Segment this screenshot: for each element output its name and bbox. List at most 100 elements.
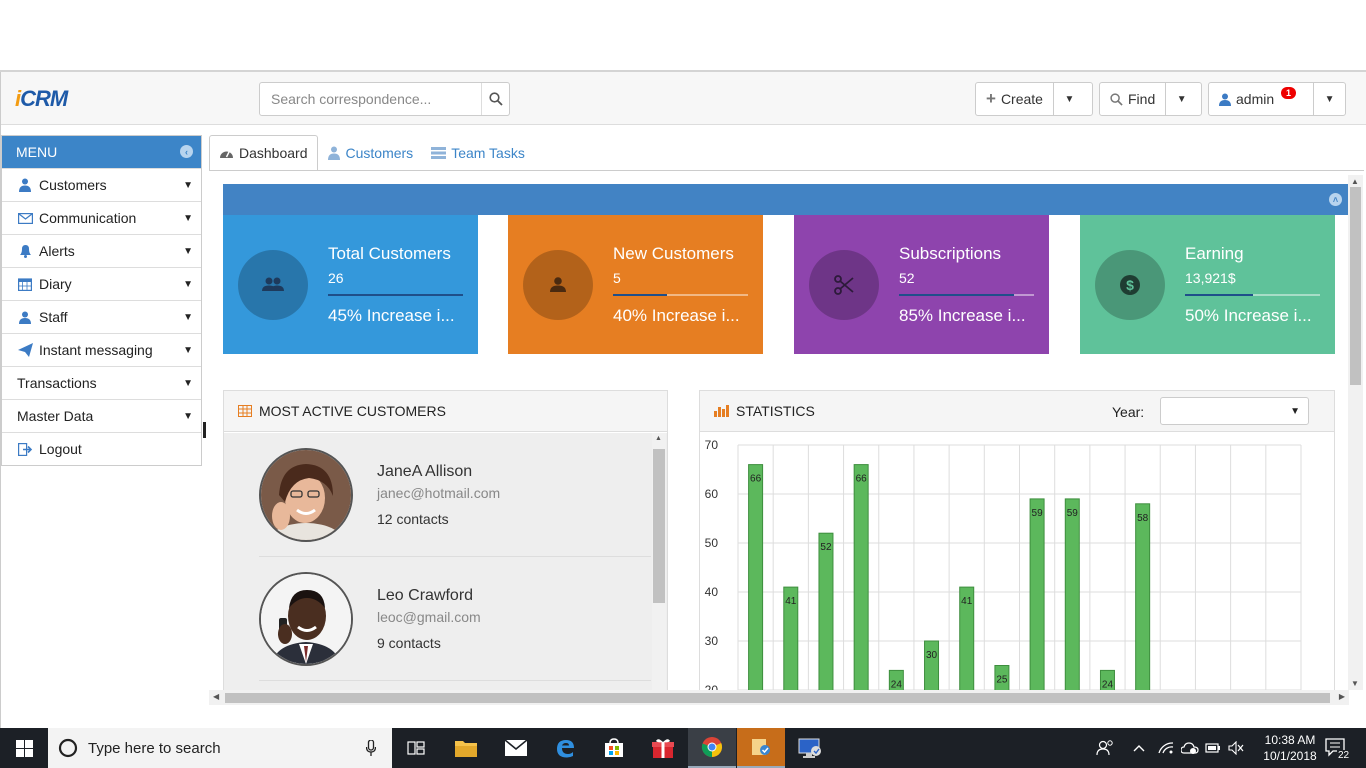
find-dropdown-toggle[interactable]: ▼: [1165, 83, 1197, 115]
caret-down-icon[interactable]: ▼: [183, 246, 193, 257]
caret-down-icon[interactable]: ▼: [183, 213, 193, 224]
chrome-browser-icon[interactable]: [688, 728, 736, 768]
search-button[interactable]: [481, 83, 509, 115]
scrollbar-thumb[interactable]: [225, 693, 1330, 703]
store-icon[interactable]: [590, 728, 638, 768]
create-dropdown-toggle[interactable]: ▼: [1052, 83, 1085, 115]
wifi-icon[interactable]: [1158, 728, 1174, 768]
scroll-up-icon[interactable]: ▲: [1351, 177, 1359, 186]
sidebar-item-label: Transactions: [17, 375, 97, 391]
battery-icon[interactable]: [1205, 728, 1221, 768]
tab-bar: Dashboard Customers Team Tasks: [209, 135, 534, 171]
sidebar-item-customers[interactable]: Customers ▼: [2, 168, 201, 201]
customer-list-scrollbar[interactable]: ▲: [652, 433, 666, 693]
list-item[interactable]: Leo Crawford leoc@gmail.com 9 contacts: [259, 557, 651, 681]
chart-bar[interactable]: [1064, 498, 1080, 695]
sidebar-item-label: Master Data: [17, 408, 94, 424]
tab-dashboard[interactable]: Dashboard: [209, 135, 318, 171]
sidebar-item-transactions[interactable]: Transactions ▼: [2, 366, 201, 399]
plus-icon: +: [986, 89, 996, 108]
create-label: Create: [1000, 91, 1043, 107]
sidebar-item-instant-messaging[interactable]: Instant messaging ▼: [2, 333, 201, 366]
sidebar-item-communication[interactable]: Communication ▼: [2, 201, 201, 234]
crm-app: iCRM + Create ▼ Find ▼ admin: [0, 72, 1366, 728]
bar-value-label: 25: [996, 675, 1008, 686]
collapse-banner-icon[interactable]: ˄: [1329, 193, 1342, 206]
caret-down-icon[interactable]: ▼: [183, 180, 193, 191]
people-icon[interactable]: [1096, 728, 1114, 768]
volume-muted-icon[interactable]: [1228, 728, 1244, 768]
panel-header: STATISTICS Year: ▼: [700, 391, 1334, 432]
stat-description: 85% Increase i...: [899, 306, 1026, 325]
onedrive-sync-icon[interactable]: [1181, 728, 1199, 768]
stat-card-earning[interactable]: $ Earning 13,921$ 50% Increase i...: [1080, 215, 1335, 354]
user-name: admin: [1236, 91, 1275, 107]
chart-bar[interactable]: [818, 532, 834, 695]
gift-app-icon[interactable]: [639, 728, 687, 768]
file-explorer-icon[interactable]: [442, 728, 490, 768]
taskbar-search[interactable]: Type here to search: [48, 728, 392, 768]
sidebar-item-logout[interactable]: Logout: [2, 432, 201, 465]
microphone-icon[interactable]: [366, 740, 376, 756]
taskbar-clock[interactable]: 10:38 AM 10/1/2018: [1258, 732, 1322, 764]
customer-contacts: 12 contacts: [377, 511, 449, 527]
avatar-man-image: [261, 574, 351, 664]
sidebar-item-master-data[interactable]: Master Data ▼: [2, 399, 201, 432]
year-select[interactable]: ▼: [1160, 397, 1309, 425]
stat-title: Subscriptions: [899, 244, 1002, 263]
customer-contacts: 9 contacts: [377, 635, 441, 651]
tab-customers[interactable]: Customers: [318, 135, 423, 171]
caret-down-icon[interactable]: ▼: [183, 312, 193, 323]
taskbar-search-placeholder: Type here to search: [88, 740, 221, 757]
caret-down-icon[interactable]: ▼: [183, 378, 193, 389]
find-button[interactable]: Find: [1100, 83, 1165, 115]
caret-down-icon[interactable]: ▼: [183, 279, 193, 290]
collapse-menu-icon[interactable]: ‹: [180, 145, 193, 158]
scroll-up-icon[interactable]: ▲: [655, 435, 662, 442]
chart-bar[interactable]: [748, 464, 764, 695]
app-logo[interactable]: iCRM: [15, 86, 68, 112]
action-center-icon[interactable]: 22: [1325, 728, 1351, 768]
show-hidden-icons-chevron-icon[interactable]: [1133, 728, 1145, 768]
stat-card-new-customers[interactable]: New Customers 5 40% Increase i...: [508, 215, 763, 354]
start-button[interactable]: [0, 728, 48, 768]
content-horizontal-scrollbar[interactable]: ◀ ▶: [209, 690, 1349, 705]
remote-desktop-icon[interactable]: [786, 728, 834, 768]
user-dropdown-toggle[interactable]: ▼: [1313, 83, 1345, 115]
notification-badge[interactable]: 1: [1281, 87, 1297, 99]
scroll-left-icon[interactable]: ◀: [213, 692, 219, 701]
stat-progress-fill: [899, 294, 1014, 296]
search-box: [259, 82, 510, 116]
user-menu-button[interactable]: admin 1: [1209, 83, 1313, 115]
chart-bar[interactable]: [1029, 498, 1045, 695]
sidebar-item-staff[interactable]: Staff ▼: [2, 300, 201, 333]
task-view-icon[interactable]: [392, 728, 440, 768]
scroll-down-icon[interactable]: ▼: [1351, 679, 1359, 688]
search-icon: [488, 92, 503, 106]
sidebar-item-alerts[interactable]: Alerts ▼: [2, 234, 201, 267]
avatar[interactable]: [259, 448, 353, 542]
content-vertical-scrollbar[interactable]: ▲ ▼: [1348, 175, 1363, 690]
caret-down-icon[interactable]: ▼: [183, 345, 193, 356]
scrollbar-thumb[interactable]: [653, 449, 665, 603]
sidebar-item-label: Instant messaging: [39, 342, 153, 358]
list-item[interactable]: JaneA Allison janec@hotmail.com 12 conta…: [259, 433, 651, 557]
create-button[interactable]: + Create: [976, 83, 1053, 115]
avatar[interactable]: [259, 572, 353, 666]
caret-down-icon: ▼: [1324, 93, 1335, 105]
caret-down-icon[interactable]: ▼: [183, 411, 193, 422]
sidebar-resize-handle[interactable]: [203, 422, 206, 438]
stat-card-total-customers[interactable]: Total Customers 26 45% Increase i...: [223, 215, 478, 354]
tab-team-tasks[interactable]: Team Tasks: [422, 135, 534, 171]
scrollbar-thumb[interactable]: [1350, 187, 1361, 385]
mail-icon[interactable]: [492, 728, 540, 768]
user-button-group: admin 1 ▼: [1208, 82, 1346, 116]
stat-card-subscriptions[interactable]: Subscriptions 52 85% Increase i...: [794, 215, 1049, 354]
edge-browser-icon[interactable]: [541, 728, 589, 768]
scroll-right-icon[interactable]: ▶: [1339, 692, 1345, 701]
search-input[interactable]: [260, 83, 482, 115]
crm-app-icon[interactable]: [737, 728, 785, 768]
chart-bar[interactable]: [853, 464, 869, 695]
chart-bar[interactable]: [1135, 503, 1151, 695]
sidebar-item-diary[interactable]: Diary ▼: [2, 267, 201, 300]
